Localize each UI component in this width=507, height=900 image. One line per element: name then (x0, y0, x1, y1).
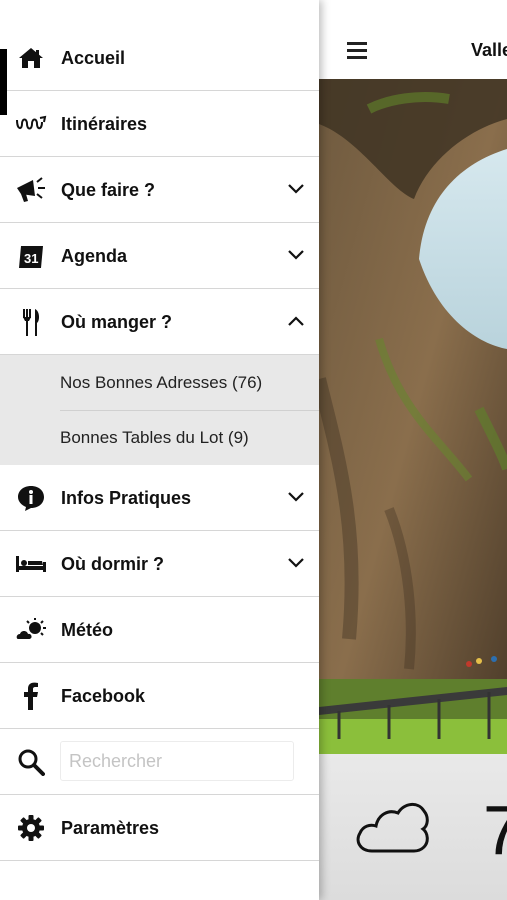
menu-item-infos-pratiques[interactable]: Infos Pratiques (0, 465, 319, 531)
menu-item-facebook[interactable]: Facebook (0, 663, 319, 729)
calendar-icon: 31 (14, 241, 48, 271)
menu-label: Que faire ? (61, 180, 156, 200)
menu-label: Où dormir ? (61, 554, 164, 574)
chevron-up-icon[interactable] (286, 313, 306, 329)
menu-item-meteo[interactable]: Météo (0, 597, 319, 663)
menu-item-que-faire[interactable]: Que faire ? (0, 157, 319, 223)
submenu-label: Bonnes Tables du Lot (9) (60, 428, 249, 447)
chevron-down-icon[interactable] (286, 489, 306, 505)
menu-label: Agenda (61, 246, 128, 266)
submenu-ou-manger: Nos Bonnes Adresses (76) Bonnes Tables d… (0, 355, 319, 465)
menu-label: Infos Pratiques (61, 488, 192, 508)
menu-item-ou-dormir[interactable]: Où dormir ? (0, 531, 319, 597)
search-icon[interactable] (14, 747, 48, 777)
gear-icon (14, 813, 48, 843)
home-icon (14, 43, 48, 73)
hero-photo[interactable] (319, 79, 507, 754)
calendar-day-text: 31 (24, 251, 38, 266)
menu-label: Itinéraires (61, 114, 148, 134)
menu-item-itineraires[interactable]: Itinéraires (0, 91, 319, 157)
menu-label: Paramètres (61, 818, 160, 838)
chevron-down-icon[interactable] (286, 181, 306, 197)
app-title: Valle (471, 40, 507, 60)
weather-icon (14, 615, 48, 645)
menu-item-ou-manger[interactable]: Où manger ? (0, 289, 319, 355)
info-icon (14, 483, 48, 513)
submenu-item-bonnes-tables[interactable]: Bonnes Tables du Lot (9) (0, 410, 319, 465)
route-icon (14, 109, 48, 139)
chevron-down-icon[interactable] (286, 555, 306, 571)
facebook-icon (14, 681, 48, 711)
menu-label: Facebook (61, 686, 146, 706)
chevron-down-icon[interactable] (286, 247, 306, 263)
temperature-value: 7 (483, 791, 507, 869)
search-input[interactable] (60, 741, 294, 781)
cutlery-icon (14, 307, 48, 337)
navigation-drawer: Accueil Itinéraires Que faire ? 31 Agend… (0, 0, 319, 900)
hamburger-menu-icon[interactable] (347, 42, 367, 59)
submenu-item-nos-bonnes-adresses[interactable]: Nos Bonnes Adresses (76) (0, 355, 319, 411)
megaphone-icon (14, 175, 48, 205)
bed-icon (14, 549, 48, 579)
menu-label: Où manger ? (61, 312, 173, 332)
menu-label: Météo (61, 620, 114, 640)
menu-item-agenda[interactable]: 31 Agenda (0, 223, 319, 289)
cloud-icon (356, 803, 429, 853)
submenu-label: Nos Bonnes Adresses (76) (60, 373, 263, 392)
menu-label: Accueil (61, 48, 126, 68)
app-header: Valle (319, 0, 507, 79)
app-screen: Valle (319, 0, 507, 900)
menu-item-parametres[interactable]: Paramètres (0, 795, 319, 861)
menu-item-accueil[interactable]: Accueil (0, 25, 319, 115)
